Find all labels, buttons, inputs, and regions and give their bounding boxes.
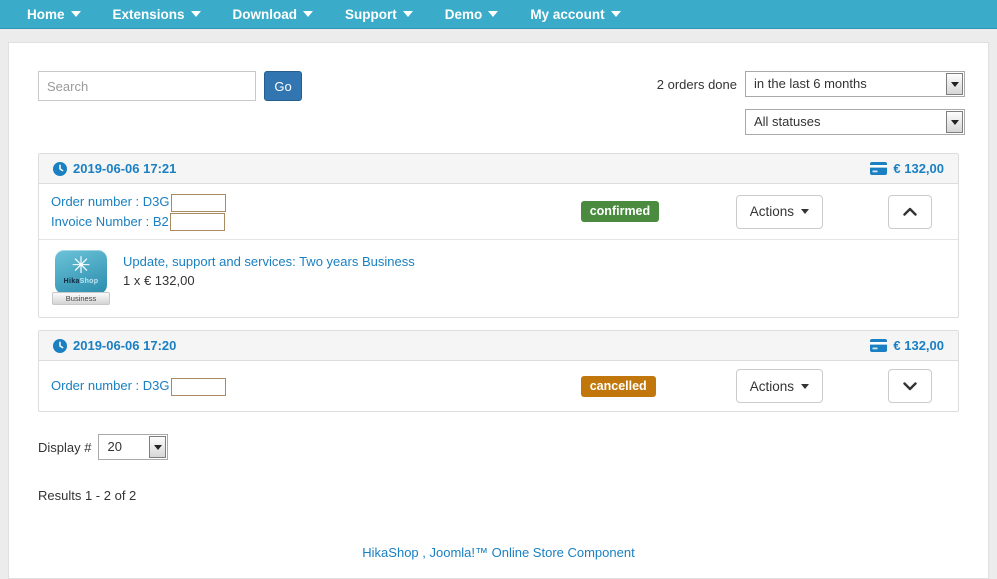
hikashop-brand-text: HikaShop <box>64 278 99 286</box>
invoice-number-text: Invoice Number : B2 <box>51 214 169 229</box>
actions-button-label: Actions <box>750 204 794 219</box>
order-info-row: Order number : D3G cancelled Actions <box>39 361 958 411</box>
order-info-row: Order number : D3G Invoice Number : B2 c… <box>39 184 958 239</box>
edition-ribbon: Business <box>52 292 110 305</box>
product-info: Update, support and services: Two years … <box>123 250 415 305</box>
caret-down-icon <box>951 120 959 125</box>
credit-card-icon <box>870 339 887 352</box>
status-badge-wrap: cancelled <box>581 376 736 397</box>
actions-button[interactable]: Actions <box>736 195 823 229</box>
caret-down-icon <box>154 445 162 450</box>
expand-order-button[interactable] <box>888 369 932 403</box>
select-dropdown-button[interactable] <box>946 111 963 133</box>
order-ids: Order number : D3G <box>51 376 581 396</box>
nav-item-extensions[interactable]: Extensions <box>113 7 201 22</box>
product-quantity-price: 1 x € 132,00 <box>123 271 415 290</box>
orders-toolbar: Go 2 orders done in the last 6 months Al… <box>9 43 988 135</box>
nav-item-support[interactable]: Support <box>345 7 413 22</box>
order-header: 2019-06-06 17:20 € 132,00 <box>39 331 958 361</box>
order-header: 2019-06-06 17:21 € 132,00 <box>39 154 958 184</box>
order-number-line: Order number : D3G <box>51 376 581 396</box>
order-number-line: Order number : D3G <box>51 192 581 212</box>
clock-icon <box>53 162 67 176</box>
order-number-text: Order number : D3G <box>51 378 170 393</box>
nav-item-home[interactable]: Home <box>27 7 81 22</box>
actions-button[interactable]: Actions <box>736 369 823 403</box>
caret-down-icon <box>71 11 81 17</box>
order-total-group: € 132,00 <box>870 161 944 176</box>
nav-item-label: Extensions <box>113 7 185 22</box>
redaction-box <box>171 378 226 396</box>
order-date: 2019-06-06 17:21 <box>73 161 176 176</box>
caret-down-icon <box>488 11 498 17</box>
nav-item-label: Home <box>27 7 65 22</box>
order-ids: Order number : D3G Invoice Number : B2 <box>51 192 581 231</box>
caret-down-icon <box>191 11 201 17</box>
period-filter-select[interactable]: in the last 6 months <box>745 71 965 97</box>
status-badge: cancelled <box>581 376 656 397</box>
nav-item-label: Download <box>233 7 298 22</box>
invoice-number-line: Invoice Number : B2 <box>51 212 581 232</box>
hikashop-star-glyph: ✳ <box>71 252 90 278</box>
order-total: € 132,00 <box>893 338 944 353</box>
display-limit-select[interactable]: 20 <box>98 434 168 460</box>
go-button[interactable]: Go <box>264 71 302 101</box>
display-limit-row: Display # 20 <box>38 434 988 460</box>
redaction-box <box>171 194 226 212</box>
orders-done-label: 2 orders done <box>657 77 737 92</box>
caret-down-icon <box>303 11 313 17</box>
nav-item-label: My account <box>530 7 604 22</box>
footer: HikaShop , Joomla!™ Online Store Compone… <box>9 544 988 562</box>
order-product-row: ✳ HikaShop Business Update, support and … <box>39 239 958 317</box>
product-thumbnail: ✳ HikaShop Business <box>51 250 111 305</box>
results-counter: Results 1 - 2 of 2 <box>38 488 988 503</box>
redaction-box <box>170 213 225 231</box>
caret-down-icon <box>403 11 413 17</box>
order-date-group: 2019-06-06 17:20 <box>53 338 176 353</box>
caret-down-icon <box>801 384 809 389</box>
order-date-group: 2019-06-06 17:21 <box>53 161 176 176</box>
order-block-1: 2019-06-06 17:21 € 132,00 Order number :… <box>38 153 959 318</box>
caret-down-icon <box>951 82 959 87</box>
select-dropdown-button[interactable] <box>149 436 166 458</box>
order-number-text: Order number : D3G <box>51 194 170 209</box>
nav-item-label: Support <box>345 7 397 22</box>
period-filter-value: in the last 6 months <box>746 72 945 96</box>
nav-item-label: Demo <box>445 7 483 22</box>
product-title-link[interactable]: Update, support and services: Two years … <box>123 252 415 271</box>
order-total: € 132,00 <box>893 161 944 176</box>
chevron-up-icon <box>903 207 917 216</box>
nav-item-my-account[interactable]: My account <box>530 7 620 22</box>
status-filter-row: All statuses <box>745 109 965 135</box>
period-filter-row: 2 orders done in the last 6 months <box>657 71 965 97</box>
caret-down-icon <box>801 209 809 214</box>
order-date: 2019-06-06 17:20 <box>73 338 176 353</box>
order-block-2: 2019-06-06 17:20 € 132,00 Order number :… <box>38 330 959 412</box>
select-dropdown-button[interactable] <box>946 73 963 95</box>
caret-down-icon <box>611 11 621 17</box>
order-total-group: € 132,00 <box>870 338 944 353</box>
nav-item-download[interactable]: Download <box>233 7 314 22</box>
hikashop-footer-link[interactable]: HikaShop , Joomla!™ Online Store Compone… <box>362 545 634 560</box>
collapse-order-button[interactable] <box>888 195 932 229</box>
clock-icon <box>53 339 67 353</box>
top-navigation: Home Extensions Download Support Demo My… <box>0 0 997 29</box>
search-input[interactable] <box>38 71 256 101</box>
hikashop-logo-icon: ✳ HikaShop <box>55 250 107 294</box>
chevron-down-icon <box>903 382 917 391</box>
content-panel: Go 2 orders done in the last 6 months Al… <box>8 42 989 579</box>
actions-button-label: Actions <box>750 379 794 394</box>
order-filters: 2 orders done in the last 6 months All s… <box>657 71 965 135</box>
status-filter-select[interactable]: All statuses <box>745 109 965 135</box>
credit-card-icon <box>870 162 887 175</box>
display-limit-label: Display # <box>38 440 91 455</box>
nav-item-demo[interactable]: Demo <box>445 7 499 22</box>
status-badge: confirmed <box>581 201 659 222</box>
status-filter-value: All statuses <box>746 110 945 134</box>
status-badge-wrap: confirmed <box>581 201 736 222</box>
display-limit-value: 20 <box>99 435 148 459</box>
